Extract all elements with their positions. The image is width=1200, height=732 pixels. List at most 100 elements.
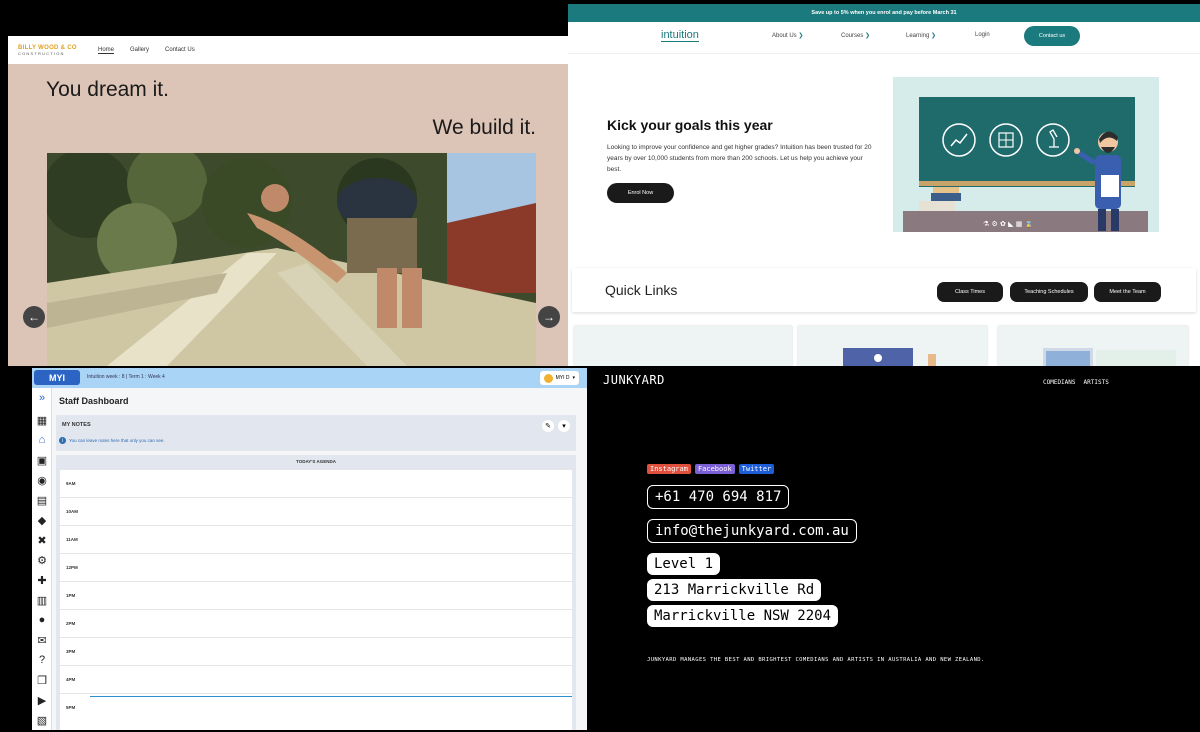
nav-about-us-label: About Us [772, 33, 797, 39]
junkyard-menu: COMEDIANS ARTISTS [1043, 379, 1109, 386]
slider-prev-arrow[interactable]: ← [23, 306, 45, 328]
calendar-icon[interactable]: ▣ [36, 454, 48, 467]
agenda-row[interactable]: 4PM [60, 665, 572, 693]
todays-agenda-card: TODAY'S AGENDA 9AM 10AM 11AM 12PM 1PM 2P… [56, 455, 576, 730]
facebook-link[interactable]: Facebook [694, 464, 735, 474]
agenda-row[interactable]: 10AM [60, 497, 572, 525]
grid-icon[interactable]: ▦ [36, 414, 48, 427]
hero-title: Kick your goals this year [607, 117, 773, 133]
box-icon[interactable]: ◆ [36, 514, 48, 527]
nav-artists[interactable]: ARTISTS [1084, 379, 1109, 386]
nav-login[interactable]: Login [975, 32, 990, 38]
hour-label: 5PM [66, 705, 76, 710]
meet-the-team-button[interactable]: Meet the Team [1094, 282, 1161, 302]
nav-courses[interactable]: Courses ❯ [841, 32, 870, 39]
nav-courses-label: Courses [841, 33, 864, 39]
nav-gallery[interactable]: Gallery [130, 47, 149, 54]
nav-home[interactable]: Home [98, 47, 115, 54]
social-links: Instagram Facebook Twitter [647, 464, 775, 474]
agenda-row[interactable]: 12PM [60, 553, 572, 581]
badge-icon[interactable]: ◉ [36, 474, 48, 487]
edit-pencil-icon[interactable]: ✎ [542, 420, 554, 432]
nav-learning[interactable]: Learning ❯ [906, 32, 936, 39]
address-line-1: Level 1 [647, 553, 721, 575]
enrol-now-button[interactable]: Enrol Now [607, 183, 674, 203]
user-menu[interactable]: MYI D ▾ [539, 371, 579, 385]
puzzle-icon[interactable]: ✚ [36, 574, 48, 587]
class-times-button[interactable]: Class Times [937, 282, 1003, 302]
hour-label: 9AM [66, 481, 76, 486]
help-icon[interactable]: ? [36, 654, 48, 666]
info-icon: i [59, 437, 66, 444]
email-link[interactable]: info@thejunkyard.com.au [647, 519, 857, 543]
headline-build: We build it. [432, 116, 537, 139]
chevron-right-icon: ❯ [931, 33, 937, 39]
promo-banner: Save up to 5% when you enrol and pay bef… [568, 4, 1200, 22]
settings-icon[interactable]: ⚙ [36, 554, 48, 567]
agenda-row[interactable]: 9AM [60, 469, 572, 497]
play-icon[interactable]: ▶ [36, 694, 48, 707]
dashboard-topbar: MYI Intuition week : 8 | Term 1 : Week 4… [32, 368, 587, 388]
dashboard-logo[interactable]: MYI [34, 370, 80, 385]
feature-card[interactable] [798, 326, 987, 366]
teaching-schedules-button[interactable]: Teaching Schedules [1010, 282, 1088, 302]
page-title: Staff Dashboard [59, 396, 129, 406]
twitter-link[interactable]: Twitter [738, 464, 775, 474]
chevron-right-icon: ❯ [865, 33, 871, 39]
feature-card[interactable] [998, 326, 1188, 366]
construction-nav-links: Home Gallery Contact Us [98, 47, 195, 54]
phone-link[interactable]: +61 470 694 817 [647, 485, 790, 509]
quick-links-title: Quick Links [605, 282, 678, 298]
hour-label: 11AM [66, 537, 78, 542]
expand-sidebar-icon[interactable]: » [36, 392, 48, 404]
address-line-3: Marrickville NSW 2204 [647, 605, 839, 627]
address-line-2: 213 Marrickville Rd [647, 579, 822, 601]
home-icon[interactable]: ⌂ [36, 434, 48, 446]
agenda-row[interactable]: 11AM [60, 525, 572, 553]
intuition-site-panel: Save up to 5% when you enrol and pay bef… [568, 4, 1200, 366]
intuition-logo[interactable]: intuition [661, 29, 699, 42]
notes-info: i You can leave notes here that only you… [59, 437, 165, 444]
slider-next-arrow[interactable]: → [538, 306, 560, 328]
nav-about-us[interactable]: About Us ❯ [772, 32, 803, 39]
agenda-row[interactable]: 2PM [60, 609, 572, 637]
nav-comedians[interactable]: COMEDIANS [1043, 379, 1076, 386]
chat-icon[interactable]: ● [36, 614, 48, 626]
feature-card[interactable] [574, 326, 792, 366]
book-icon[interactable]: ▥ [36, 594, 48, 607]
nav-learning-label: Learning [906, 33, 930, 39]
calculator-icon[interactable]: ▤ [36, 494, 48, 507]
hour-label: 10AM [66, 509, 79, 514]
mail-icon[interactable]: ✉ [36, 634, 48, 647]
junkyard-site-panel: JUNKYARD COMEDIANS ARTISTS Instagram Fac… [587, 368, 1200, 732]
user-name: MYI D [555, 375, 570, 381]
construction-nav: BILLY WOOD & CO CONSTRUCTION Home Galler… [8, 36, 570, 64]
nav-contact-us[interactable]: Contact Us [165, 47, 195, 54]
notes-title: MY NOTES [62, 422, 91, 428]
construction-logo[interactable]: BILLY WOOD & CO CONSTRUCTION [18, 43, 78, 57]
chevron-down-icon[interactable]: ▾ [558, 420, 570, 432]
hour-label: 12PM [66, 565, 78, 570]
intuition-nav: intuition About Us ❯ Courses ❯ Learning … [568, 22, 1200, 54]
my-notes-card: MY NOTES i You can leave notes here that… [56, 415, 576, 451]
svg-text:⚗ ⚙ ✿ ◣ ▦ ⌛: ⚗ ⚙ ✿ ◣ ▦ ⌛ [983, 219, 1033, 228]
copy-icon[interactable]: ❐ [36, 674, 48, 687]
agenda-grid[interactable]: 9AM 10AM 11AM 12PM 1PM 2PM 3PM 4PM 5PM [60, 469, 572, 730]
files-icon[interactable]: ▧ [36, 714, 48, 727]
junkyard-logo[interactable]: JUNKYARD [603, 373, 665, 387]
hour-label: 2PM [66, 621, 76, 626]
current-time-line [90, 696, 572, 697]
tools-icon[interactable]: ✖ [36, 534, 48, 547]
quick-links-bar: Quick Links Class Times Teaching Schedul… [572, 268, 1196, 312]
junkyard-tagline: JUNKYARD MANAGES THE BEST AND BRIGHTEST … [647, 657, 985, 663]
instagram-link[interactable]: Instagram [647, 464, 691, 474]
notes-tools: ✎ ▾ [542, 420, 570, 432]
agenda-row[interactable]: 5PM [60, 693, 572, 721]
term-info: Intuition week : 8 | Term 1 : Week 4 [87, 374, 165, 380]
chevron-down-icon: ▾ [572, 375, 575, 381]
agenda-row[interactable]: 3PM [60, 637, 572, 665]
notes-info-text: You can leave notes here that only you c… [69, 438, 165, 443]
contact-us-button[interactable]: Contact us [1024, 26, 1080, 46]
avatar [543, 373, 553, 383]
agenda-row[interactable]: 1PM [60, 581, 572, 609]
